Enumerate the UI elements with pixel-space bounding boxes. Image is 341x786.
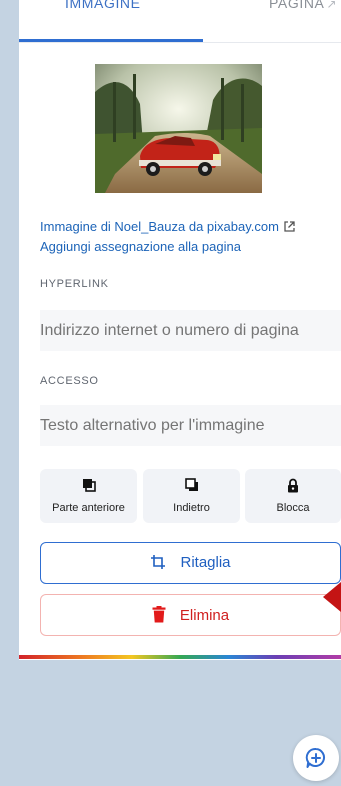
external-link-icon: ↗ (326, 0, 338, 11)
hyperlink-label: HYPERLINK (40, 278, 109, 290)
rainbow-divider (19, 655, 341, 659)
tab-page[interactable]: PAGINA ↗ (269, 0, 337, 11)
crop-label: Ritaglia (180, 554, 231, 571)
tab-page-label: PAGINA (269, 0, 325, 11)
send-backward-button[interactable]: Indietro (143, 469, 240, 523)
active-tab-indicator (19, 39, 203, 42)
add-attribution-link[interactable]: Aggiungi assegnazione alla pagina (40, 239, 241, 254)
lock-icon (287, 478, 299, 498)
alt-text-input[interactable] (40, 405, 341, 446)
access-label: ACCESSO (40, 375, 99, 387)
lock-button[interactable]: Blocca (245, 469, 341, 523)
external-link-icon (283, 220, 296, 236)
lock-label: Blocca (276, 502, 310, 514)
bring-to-front-icon (81, 478, 97, 497)
tab-image[interactable]: IMMAGINE (65, 0, 141, 11)
image-credit-text: Immagine di Noel_Bauza da pixabay.com (40, 219, 279, 234)
crop-button-content: Ritaglia (41, 554, 340, 571)
send-backward-label: Indietro (173, 502, 210, 514)
hyperlink-input[interactable] (40, 310, 341, 351)
pointer-arrow (323, 582, 341, 612)
delete-label: Elimina (179, 607, 230, 624)
send-backward-icon (184, 478, 200, 497)
bring-to-front-button[interactable]: Parte anteriore (40, 469, 137, 523)
image-thumbnail[interactable] (95, 64, 262, 193)
car-photo (95, 64, 262, 193)
add-comment-button[interactable] (293, 735, 339, 781)
tab-bar: IMMAGINE PAGINA ↗ (19, 0, 341, 43)
crop-icon (151, 555, 166, 569)
image-credit-link[interactable]: Immagine di Noel_Bauza da pixabay.com (40, 219, 296, 236)
delete-button-content: Elimina (41, 606, 340, 624)
image-properties-panel: IMMAGINE PAGINA ↗ Immagine di Noel_Bauza… (19, 0, 341, 660)
add-comment-icon (305, 747, 325, 768)
trash-icon (152, 606, 166, 623)
bring-to-front-label: Parte anteriore (52, 502, 125, 514)
delete-button[interactable]: Elimina (40, 594, 341, 636)
crop-button[interactable]: Ritaglia (40, 542, 341, 584)
